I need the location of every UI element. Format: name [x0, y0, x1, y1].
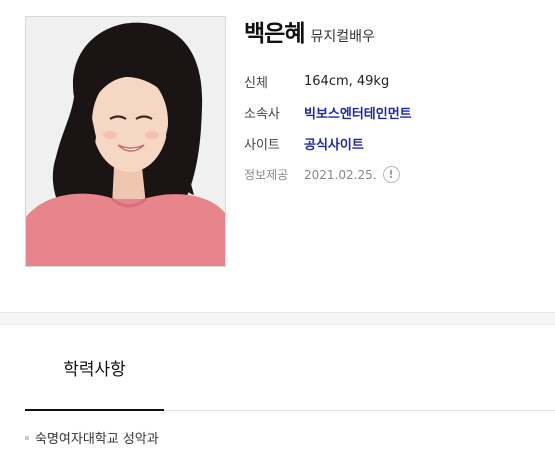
name-line: 백은혜 뮤지컬배우 [244, 14, 544, 48]
detail-label: 소속사 [244, 107, 280, 122]
exclamation-icon[interactable]: ! [382, 166, 400, 183]
tab-education[interactable]: 학력사항 [25, 325, 164, 411]
education-text: 숙명여자대학교 성악과 [35, 432, 159, 447]
source-date: 2021.02.25. [304, 167, 377, 182]
detail-label: 신체 [244, 76, 268, 91]
bullet-icon [25, 435, 29, 440]
person-portrait-image [26, 17, 225, 266]
profile-card: 백은혜 뮤지컬배우 신체 164cm, 49kg 소속사 빅보스엔터테인먼트 사… [0, 0, 555, 312]
section-divider [0, 312, 555, 325]
source-label: 정보제공 [244, 168, 289, 182]
agency-link[interactable]: 빅보스엔터테인먼트 [304, 103, 412, 122]
profile-info: 백은혜 뮤지컬배우 신체 164cm, 49kg 소속사 빅보스엔터테인먼트 사… [244, 14, 544, 190]
education-list: 숙명여자대학교 성악과 [25, 428, 159, 447]
official-site-link[interactable]: 공식사이트 [304, 134, 364, 153]
detail-row-agency: 소속사 빅보스엔터테인먼트 [244, 97, 544, 128]
occupation: 뮤지컬배우 [310, 29, 375, 45]
profile-photo[interactable] [25, 16, 226, 267]
person-name: 백은혜 [244, 21, 305, 47]
detail-row-site: 사이트 공식사이트 [244, 128, 544, 159]
list-item: 숙명여자대학교 성악과 [25, 428, 159, 447]
detail-value: 164cm, 49kg [304, 74, 390, 89]
detail-label: 사이트 [244, 138, 280, 153]
detail-row-body: 신체 164cm, 49kg [244, 66, 544, 97]
tab-bar: 학력사항 [25, 325, 555, 411]
profile-details: 신체 164cm, 49kg 소속사 빅보스엔터테인먼트 사이트 공식사이트 정… [244, 66, 544, 190]
source-row: 정보제공 2021.02.25. ! [244, 159, 544, 190]
